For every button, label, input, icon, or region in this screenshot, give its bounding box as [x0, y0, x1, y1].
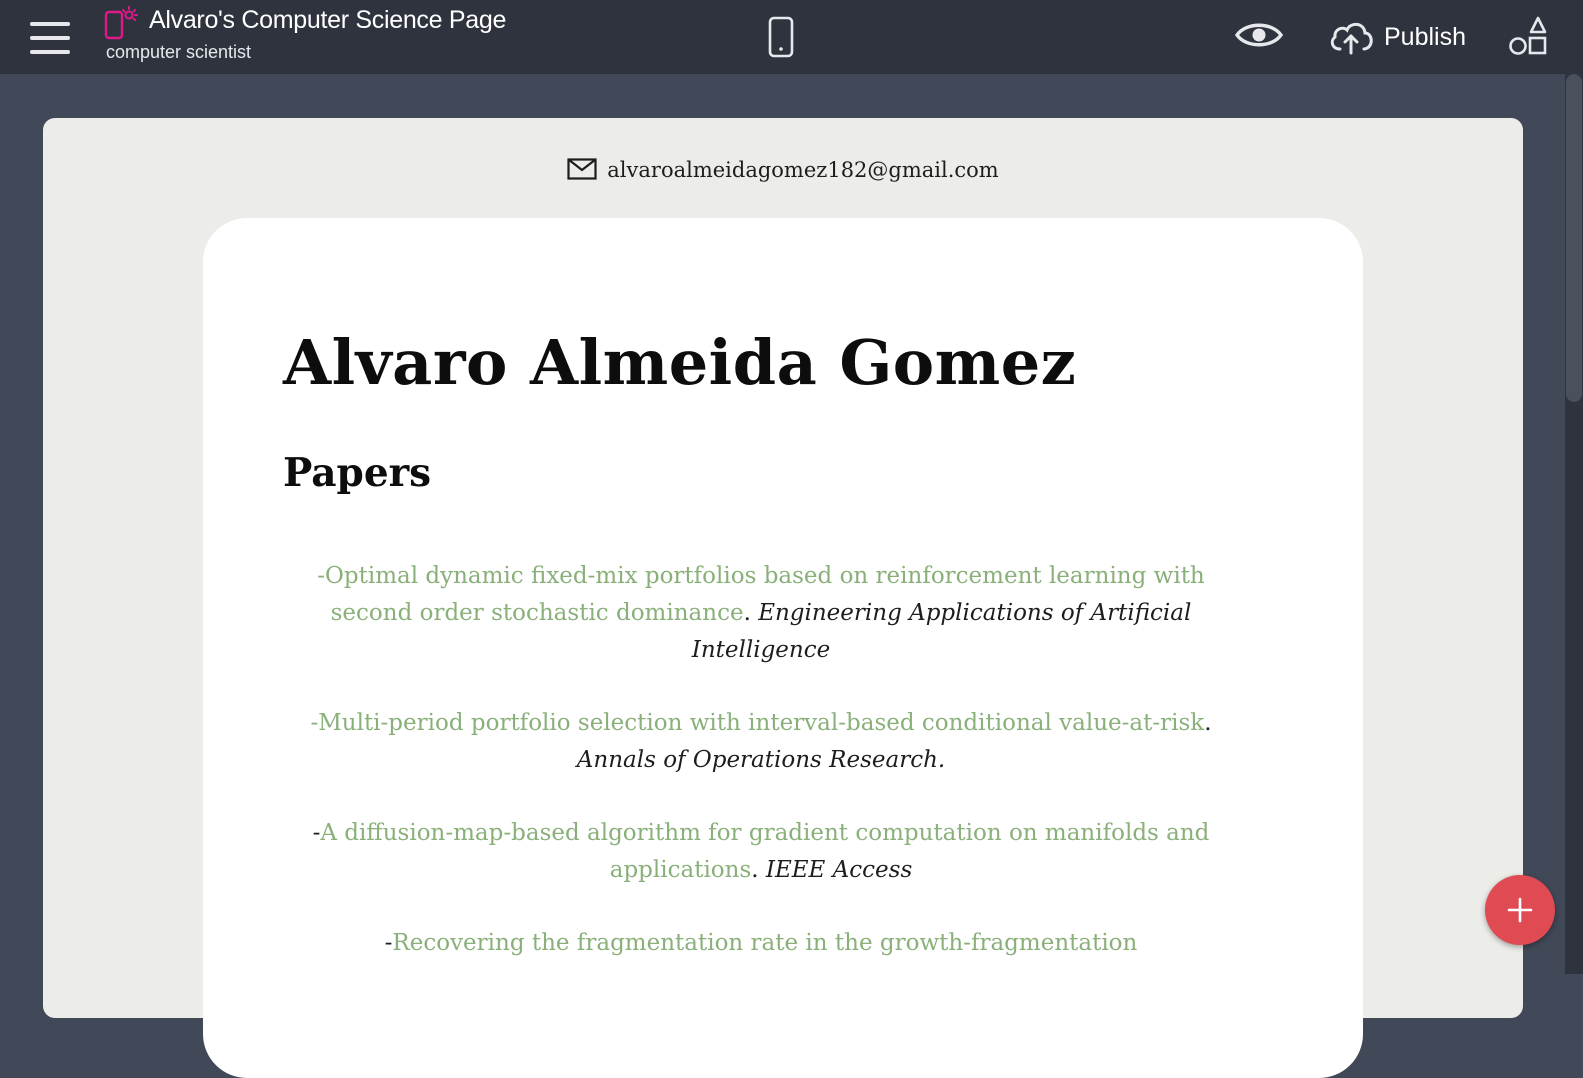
paper-venue: IEEE Access [765, 857, 913, 883]
publish-button[interactable]: Publish [1328, 14, 1466, 60]
mobile-preview-icon[interactable] [766, 15, 796, 59]
menu-icon-bar [30, 50, 70, 54]
page-canvas: alvaroalmeidagomez182@gmail.com Alvaro A… [43, 118, 1523, 1078]
paper-item: -Recovering the fragmentation rate in th… [281, 925, 1241, 962]
paper-separator: . [751, 857, 766, 883]
eye-icon[interactable] [1234, 17, 1284, 53]
shapes-icon[interactable] [1508, 16, 1552, 58]
email-contact[interactable]: alvaroalmeidagomez182@gmail.com [43, 158, 1523, 182]
email-address[interactable]: alvaroalmeidagomez182@gmail.com [607, 158, 998, 182]
cloud-upload-icon [1330, 22, 1373, 55]
publish-label: Publish [1384, 22, 1466, 51]
paper-title-link[interactable]: -Multi-period portfolio selection with i… [310, 710, 1204, 736]
mail-icon [567, 158, 597, 180]
paper-item: -A diffusion-map-based algorithm for gra… [281, 815, 1241, 889]
plus-icon [1507, 897, 1533, 923]
content-card: Alvaro Almeida Gomez Papers -Optimal dyn… [203, 218, 1363, 1078]
menu-button[interactable] [30, 22, 70, 54]
site-title: Alvaro's Computer Science Page [149, 6, 507, 34]
section-heading: Papers [283, 450, 432, 496]
scrollbar-thumb[interactable] [1566, 74, 1582, 402]
paper-venue: Engineering Applications of Artificial I… [691, 600, 1192, 663]
menu-icon-bar [30, 22, 70, 26]
add-block-button[interactable] [1485, 875, 1555, 945]
page-title: Alvaro Almeida Gomez [283, 326, 1077, 399]
paper-venue: Annals of Operations Research. [576, 747, 946, 773]
paper-title: Multi-period portfolio selection with in… [318, 710, 1205, 736]
site-device-icon [104, 6, 138, 40]
paper-item: -Multi-period portfolio selection with i… [281, 705, 1241, 779]
paper-title-link[interactable]: Recovering the fragmentation rate in the… [392, 930, 1137, 956]
top-toolbar: Alvaro's Computer Science Page computer … [0, 0, 1583, 74]
site-subtitle: computer scientist [106, 42, 252, 62]
paper-separator: . [743, 600, 759, 626]
menu-icon-bar [30, 36, 70, 40]
papers-list: -Optimal dynamic fixed-mix portfolios ba… [281, 558, 1241, 998]
paper-item: -Optimal dynamic fixed-mix portfolios ba… [281, 558, 1241, 669]
paper-prefix: - [317, 563, 326, 589]
paper-separator: . [1204, 710, 1212, 736]
